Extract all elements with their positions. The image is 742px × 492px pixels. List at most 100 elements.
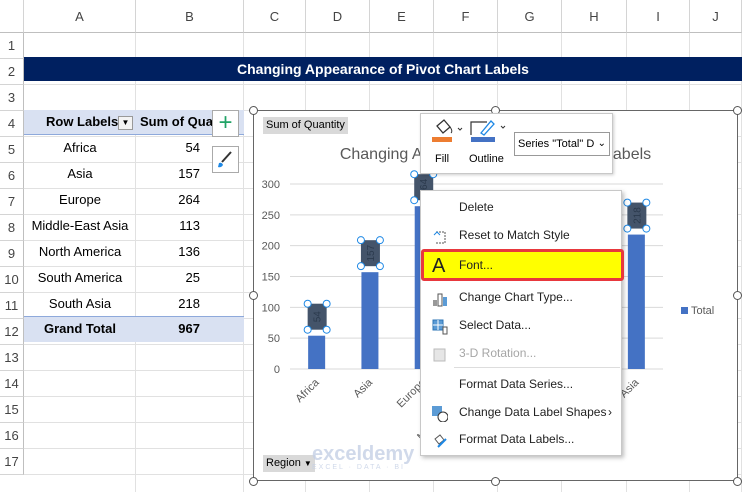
row-header[interactable]: 6 (0, 163, 24, 189)
pivot-row[interactable]: South America 25 (24, 265, 244, 291)
menu-item-3-d-rotation[interactable]: 3-D Rotation... (421, 339, 622, 367)
chart-type-icon (432, 289, 448, 307)
region-field-button[interactable]: Region ▼ (263, 455, 315, 472)
menu-item-delete[interactable]: Delete (421, 193, 622, 221)
menu-item-change-data-label-shapes[interactable]: Change Data Label Shapes › (421, 398, 622, 426)
menu-item-format-data-series[interactable]: Format Data Series... (421, 370, 622, 398)
row-header[interactable]: 2 (0, 59, 24, 85)
label-handle[interactable] (623, 224, 632, 233)
y-tick-label: 200 (262, 241, 280, 253)
menu-item-change-chart-type[interactable]: Change Chart Type... (421, 283, 622, 311)
row-header[interactable]: 17 (0, 449, 24, 475)
menu-item-reset-to-match-style[interactable]: Reset to Match Style (421, 221, 622, 249)
row-header[interactable]: 15 (0, 397, 24, 423)
pivot-row[interactable]: Europe 264 (24, 187, 244, 213)
quantity-value: 218 (178, 296, 200, 311)
label-handle[interactable] (410, 170, 419, 179)
menu-item-label: Select Data... (459, 318, 532, 332)
data-label[interactable]: 218 (632, 207, 643, 224)
row-header[interactable]: 14 (0, 371, 24, 397)
row-header[interactable]: 16 (0, 423, 24, 449)
menu-item-label: Format Data Series... (459, 377, 574, 391)
column-header[interactable]: A (24, 0, 136, 33)
menu-item-label: Delete (459, 200, 494, 214)
menu-item-format-data-labels[interactable]: Format Data Labels... (421, 425, 622, 453)
row-header[interactable]: 1 (0, 33, 24, 59)
column-header[interactable]: J (690, 0, 742, 33)
fill-label: Fill (435, 153, 450, 165)
row-header[interactable]: 5 (0, 137, 24, 163)
label-handle[interactable] (356, 236, 365, 245)
region-label: South Asia (48, 296, 112, 311)
pivot-row[interactable]: Africa 54 (24, 135, 244, 161)
row-header[interactable]: 10 (0, 267, 24, 293)
outline-button[interactable]: Outline (469, 118, 515, 170)
row-labels-filter-button[interactable]: ▼ (118, 116, 133, 130)
row-header[interactable]: 11 (0, 293, 24, 319)
context-menu: Delete Reset to Match Style A Font... Change… (420, 190, 624, 456)
label-handle[interactable] (642, 198, 651, 207)
chart-elements-button[interactable]: + (212, 110, 239, 137)
region-label: Africa (63, 140, 97, 155)
column-header[interactable]: B (136, 0, 244, 33)
column-header[interactable]: H (562, 0, 627, 33)
shapes-icon (432, 404, 449, 423)
column-header[interactable]: C (244, 0, 306, 33)
quantity-value: 264 (178, 192, 200, 207)
row-header[interactable]: 9 (0, 241, 24, 267)
bar[interactable] (361, 272, 379, 369)
row-header[interactable]: 8 (0, 215, 24, 241)
region-label: South America (37, 270, 123, 285)
legend[interactable]: Total (681, 305, 714, 317)
data-label[interactable]: 157 (366, 244, 377, 261)
label-handle[interactable] (322, 325, 331, 334)
row-header[interactable]: 7 (0, 189, 24, 215)
row-header[interactable]: 12 (0, 319, 24, 345)
label-handle[interactable] (375, 262, 384, 271)
bar[interactable] (308, 335, 326, 369)
outline-label: Outline (469, 153, 504, 165)
pivot-row[interactable]: Asia 157 (24, 161, 244, 187)
column-header[interactable]: D (306, 0, 370, 33)
mini-toolbar: Fill Outline Series "Total" D ⌄ (420, 113, 613, 174)
font-icon: A (432, 255, 446, 277)
data-label[interactable]: 54 (313, 311, 324, 323)
label-handle[interactable] (356, 262, 365, 271)
label-handle[interactable] (410, 196, 419, 205)
select-data-icon (432, 317, 448, 335)
region-label: Asia (67, 166, 93, 181)
series-select[interactable]: Series "Total" D ⌄ (514, 132, 610, 156)
chevron-right-icon: › (608, 405, 612, 419)
y-tick-label: 150 (262, 272, 280, 284)
chevron-down-icon: ⌄ (597, 138, 606, 149)
y-tick-label: 100 (262, 302, 280, 314)
label-handle[interactable] (303, 299, 312, 308)
row-header[interactable]: 13 (0, 345, 24, 371)
column-header[interactable]: E (370, 0, 434, 33)
label-handle[interactable] (642, 224, 651, 233)
sum-header: Sum of Qua (140, 114, 212, 129)
row-header[interactable]: 4 (0, 111, 24, 137)
x-tick-label: Asia (351, 376, 375, 400)
label-handle[interactable] (303, 325, 312, 334)
row-header[interactable]: 3 (0, 85, 24, 111)
pivot-row[interactable]: South Asia 218 (24, 291, 244, 317)
format-labels-icon (432, 431, 448, 448)
label-handle[interactable] (623, 198, 632, 207)
pivot-row[interactable]: Middle-East Asia 113 (24, 213, 244, 239)
chart-styles-button[interactable] (212, 146, 239, 173)
region-label: North America (38, 244, 122, 259)
quantity-value: 157 (178, 166, 200, 181)
select-all-corner[interactable] (0, 0, 24, 33)
column-header[interactable]: I (627, 0, 690, 33)
quantity-value: 113 (179, 218, 200, 233)
fill-button[interactable]: Fill (431, 118, 467, 170)
column-header[interactable]: F (434, 0, 498, 33)
bar[interactable] (627, 234, 645, 369)
column-header[interactable]: G (498, 0, 562, 33)
menu-item-font[interactable]: A Font... (421, 251, 622, 279)
pivot-row[interactable]: North America 136 (24, 239, 244, 265)
label-handle[interactable] (322, 299, 331, 308)
menu-item-select-data[interactable]: Select Data... (421, 311, 622, 339)
label-handle[interactable] (375, 236, 384, 245)
